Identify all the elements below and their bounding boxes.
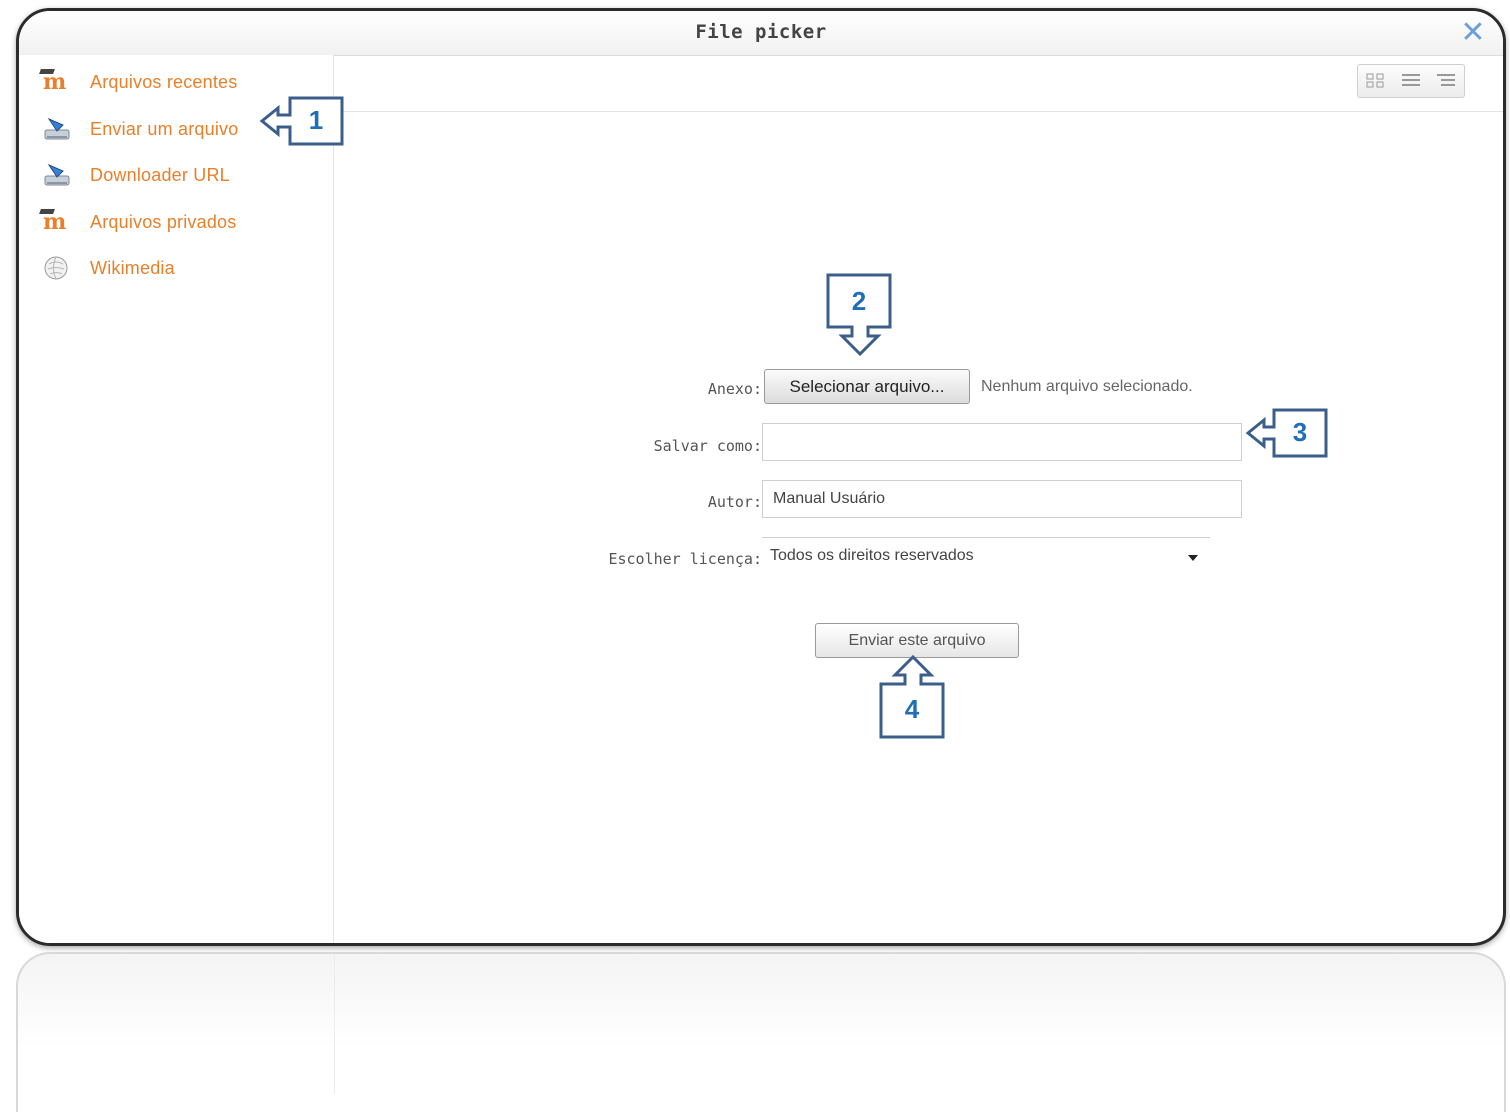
attachment-label: Anexo: <box>707 380 762 398</box>
grid-view-icon[interactable] <box>1365 72 1387 90</box>
dialog-title: File picker <box>695 21 827 43</box>
license-selected-value: Todos os direitos reservados <box>770 547 974 564</box>
callout-number: 2 <box>851 286 867 316</box>
sidebar-item-recent-files[interactable]: m Arquivos recentes <box>39 67 238 97</box>
reflection-divider <box>334 954 335 1094</box>
sidebar-item-label: Arquivos privados <box>90 211 237 232</box>
list-view-icon[interactable] <box>1400 72 1422 90</box>
close-icon[interactable]: ✕ <box>1459 18 1487 48</box>
license-label: Escolher licença: <box>608 550 762 568</box>
callout-number: 4 <box>904 694 920 724</box>
upload-icon <box>43 116 75 142</box>
sidebar-item-label: Arquivos recentes <box>90 71 238 92</box>
wikipedia-globe-icon <box>43 255 75 281</box>
no-file-selected-text: Nenhum arquivo selecionado. <box>981 378 1193 395</box>
sidebar-item-label: Wikimedia <box>90 257 175 278</box>
callout-3: 3 <box>1244 407 1330 459</box>
upload-panel: Anexo: Selecionar arquivo... Nenhum arqu… <box>334 55 1503 943</box>
file-picker-dialog: File picker ✕ m Arquivos recentes Enviar… <box>16 8 1506 946</box>
sidebar-item-wikimedia[interactable]: Wikimedia <box>43 253 175 283</box>
upload-file-button[interactable]: Enviar este arquivo <box>815 623 1019 658</box>
dialog-titlebar: File picker ✕ <box>19 11 1503 56</box>
callout-2: 2 <box>826 272 894 358</box>
save-as-input[interactable] <box>762 423 1242 461</box>
sidebar-item-private-files[interactable]: m Arquivos privados <box>39 207 237 237</box>
callout-1: 1 <box>258 95 346 147</box>
choose-file-button[interactable]: Selecionar arquivo... <box>764 369 970 404</box>
repository-sidebar: m Arquivos recentes Enviar um arquivo Do… <box>19 55 334 943</box>
dialog-reflection <box>16 952 1506 1112</box>
author-input[interactable] <box>762 480 1242 518</box>
save-as-label: Salvar como: <box>653 437 762 455</box>
moodle-icon: m <box>39 209 75 235</box>
view-switcher <box>1357 64 1465 98</box>
sidebar-item-upload-file[interactable]: Enviar um arquivo <box>43 114 238 144</box>
callout-number: 1 <box>308 105 324 135</box>
sidebar-item-label: Downloader URL <box>90 164 230 185</box>
author-label: Autor: <box>707 493 762 511</box>
callout-number: 3 <box>1292 417 1308 447</box>
callout-4: 4 <box>879 654 947 740</box>
license-select[interactable]: Todos os direitos reservados <box>762 537 1210 575</box>
tree-view-icon[interactable] <box>1435 72 1457 90</box>
moodle-icon: m <box>39 69 75 95</box>
chevron-down-icon <box>1188 555 1198 561</box>
sidebar-item-downloader-url[interactable]: Downloader URL <box>43 160 230 190</box>
upload-icon <box>43 162 75 188</box>
sidebar-item-label: Enviar um arquivo <box>90 118 239 139</box>
view-toolbar <box>334 55 1503 112</box>
